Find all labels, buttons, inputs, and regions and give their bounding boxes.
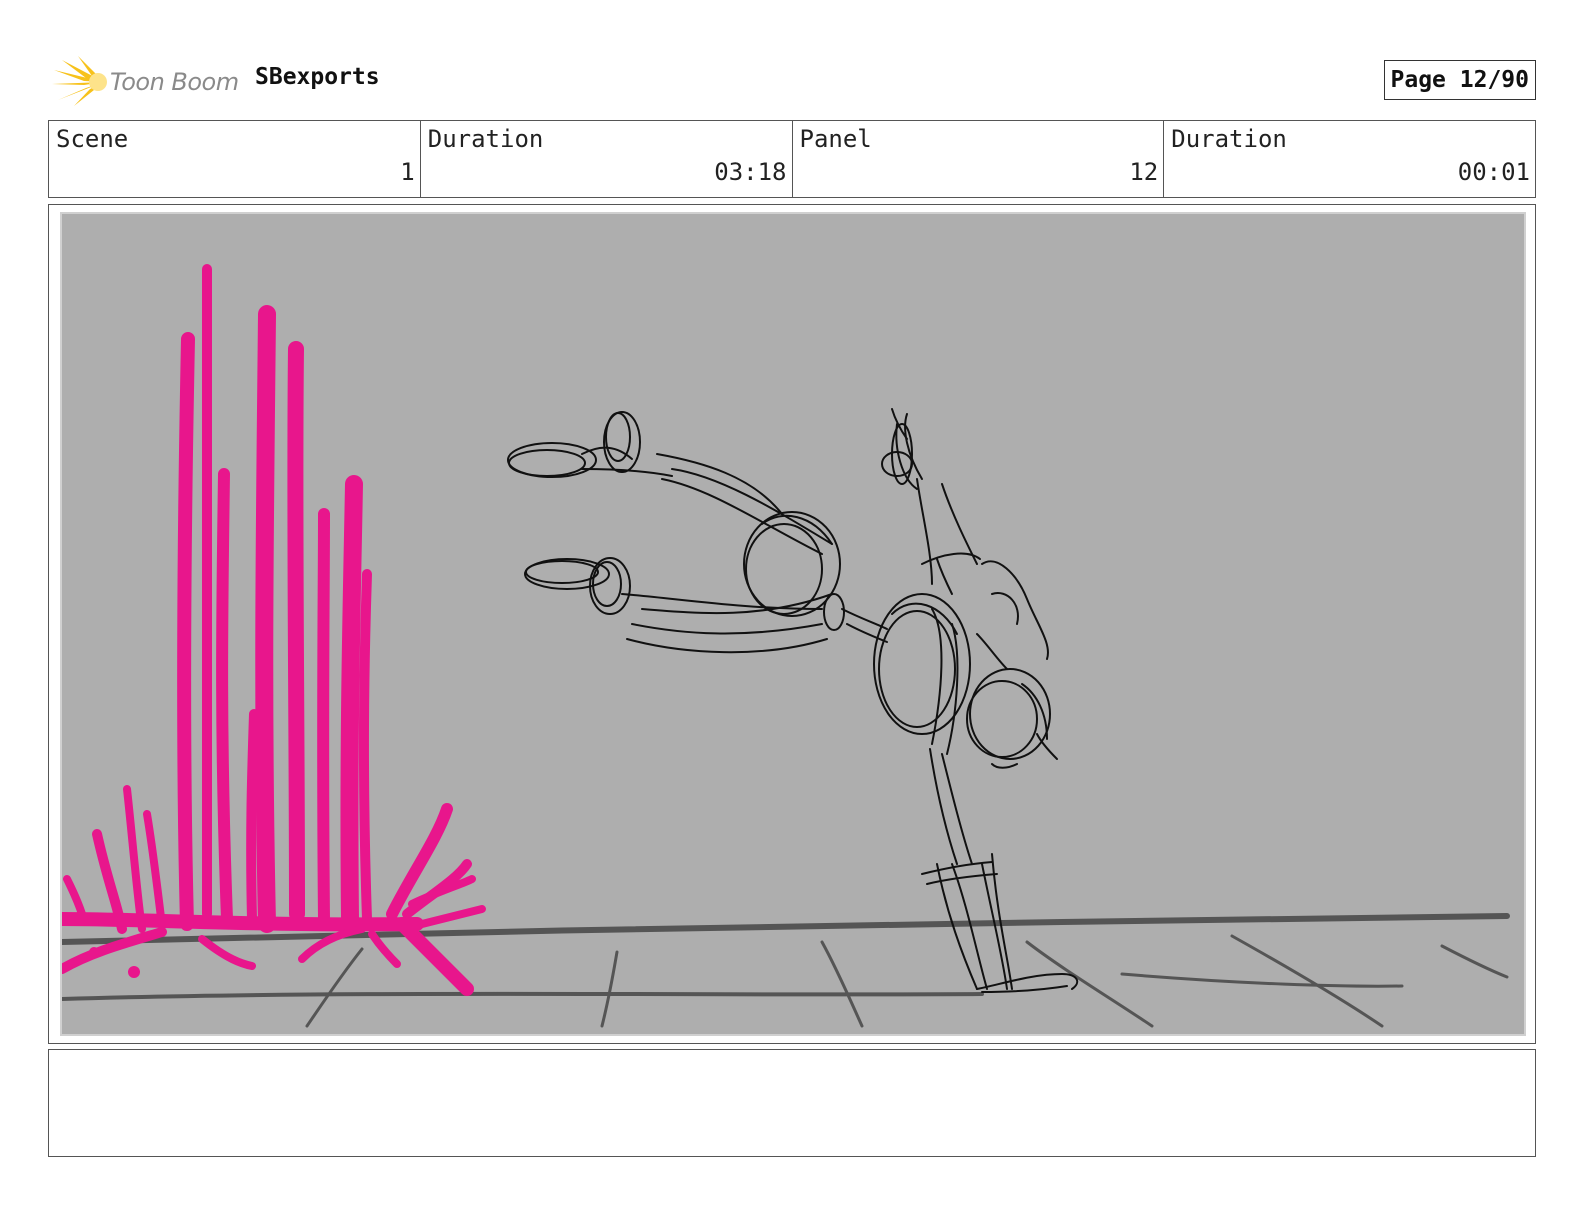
scene-duration-cell: Duration 03:18	[421, 121, 793, 197]
panel-cell: Panel 12	[793, 121, 1165, 197]
scene-label: Scene	[56, 125, 129, 153]
storyboard-panel-image	[60, 212, 1526, 1036]
scene-duration-value: 03:18	[714, 158, 787, 186]
panel-notes	[48, 1049, 1536, 1157]
panel-duration-label: Duration	[1171, 125, 1287, 153]
page-header: Toon Boom SBexports Page 12/90	[48, 52, 1536, 108]
panel-info-table: Scene 1 Duration 03:18 Panel 12 Duration…	[48, 120, 1536, 198]
panel-value: 12	[1129, 158, 1159, 186]
panel-duration-cell: Duration 00:01	[1164, 121, 1535, 197]
panel-background	[62, 214, 1524, 1034]
panel-duration-value: 00:01	[1457, 158, 1530, 186]
scene-cell: Scene 1	[49, 121, 421, 197]
panel-label: Panel	[799, 125, 872, 153]
logo-text: Toon Boom	[110, 68, 239, 96]
starburst-icon	[52, 56, 107, 106]
storyboard-sketch	[62, 214, 1524, 1034]
panel-frame	[48, 204, 1536, 1044]
toon-boom-logo: Toon Boom	[52, 56, 242, 108]
scene-duration-label: Duration	[427, 125, 544, 153]
scene-value: 1	[400, 158, 415, 186]
page-number: Page 12/90	[1383, 60, 1536, 100]
project-name: SBexports	[255, 64, 380, 90]
